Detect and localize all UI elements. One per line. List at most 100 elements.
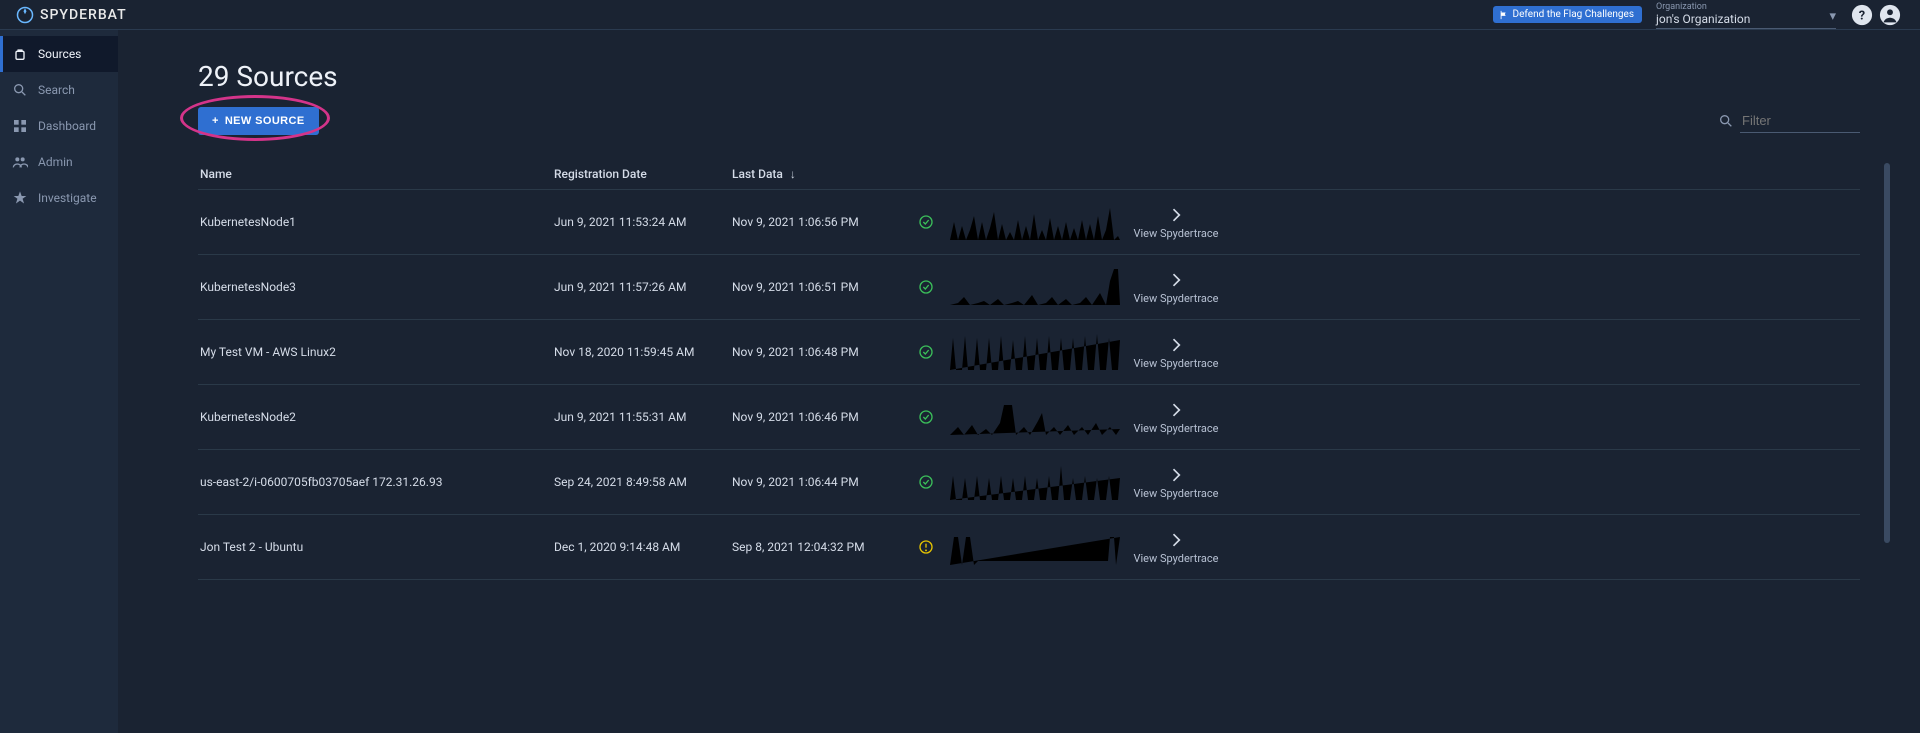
chevron-right-icon: [1166, 335, 1186, 355]
new-source-button[interactable]: + NEW SOURCE: [198, 107, 319, 135]
status-ok-icon: [918, 279, 934, 295]
sparkline-icon: [950, 332, 1120, 372]
sidebar-item-dashboard[interactable]: Dashboard: [0, 108, 118, 144]
cell-registration: Jun 9, 2021 11:55:31 AM: [554, 410, 732, 424]
view-spydertrace-label: View Spydertrace: [1133, 227, 1218, 240]
new-source-label: NEW SOURCE: [225, 115, 305, 127]
column-header-last-data[interactable]: Last Data ↓: [732, 167, 910, 181]
flag-challenges-chip[interactable]: Defend the Flag Challenges: [1493, 6, 1642, 23]
table-header: Name Registration Date Last Data ↓: [198, 159, 1860, 190]
cell-status: [910, 279, 942, 295]
star-icon: [12, 190, 28, 206]
cell-sparkline: [942, 462, 1116, 502]
sidebar-item-sources[interactable]: Sources: [0, 36, 118, 72]
column-header-name[interactable]: Name: [198, 167, 554, 181]
scrollbar[interactable]: [1884, 163, 1890, 543]
topbar: SPYDERBAT Defend the Flag Challenges Org…: [0, 0, 1920, 30]
column-header-registration[interactable]: Registration Date: [554, 167, 732, 181]
cell-name[interactable]: KubernetesNode3: [198, 280, 554, 294]
cell-registration: Nov 18, 2020 11:59:45 AM: [554, 345, 732, 359]
help-button[interactable]: ?: [1848, 1, 1876, 29]
users-icon: [12, 154, 28, 170]
sidebar-item-label: Admin: [38, 155, 73, 169]
sidebar-item-investigate[interactable]: Investigate: [0, 180, 118, 216]
status-ok-icon: [918, 474, 934, 490]
view-spydertrace-button[interactable]: View Spydertrace: [1116, 205, 1236, 240]
status-ok-icon: [918, 409, 934, 425]
page-title: 29 Sources: [198, 60, 1860, 93]
cell-status: [910, 539, 942, 555]
cell-status: [910, 214, 942, 230]
table-row: us-east-2/i-0600705fb03705aef 172.31.26.…: [198, 450, 1860, 515]
cell-status: [910, 344, 942, 360]
chevron-right-icon: [1166, 530, 1186, 550]
cell-name[interactable]: us-east-2/i-0600705fb03705aef 172.31.26.…: [198, 475, 554, 489]
sidebar-item-label: Search: [38, 83, 75, 97]
chevron-right-icon: [1166, 270, 1186, 290]
view-spydertrace-label: View Spydertrace: [1133, 552, 1218, 565]
cell-sparkline: [942, 527, 1116, 567]
status-warn-icon: [918, 539, 934, 555]
view-spydertrace-button[interactable]: View Spydertrace: [1116, 335, 1236, 370]
svg-text:?: ?: [1859, 8, 1865, 23]
view-spydertrace-button[interactable]: View Spydertrace: [1116, 270, 1236, 305]
view-spydertrace-label: View Spydertrace: [1133, 487, 1218, 500]
chevron-right-icon: [1166, 465, 1186, 485]
sidebar-item-admin[interactable]: Admin: [0, 144, 118, 180]
table-row: KubernetesNode3Jun 9, 2021 11:57:26 AMNo…: [198, 255, 1860, 320]
cell-name[interactable]: KubernetesNode2: [198, 410, 554, 424]
cell-last-data: Nov 9, 2021 1:06:46 PM: [732, 410, 910, 424]
brand-logo-icon: [16, 6, 34, 24]
cell-name[interactable]: KubernetesNode1: [198, 215, 554, 229]
filter-field[interactable]: [1718, 109, 1860, 133]
status-ok-icon: [918, 214, 934, 230]
view-spydertrace-label: View Spydertrace: [1133, 292, 1218, 305]
organization-value: jon's Organization: [1656, 12, 1836, 26]
organization-select[interactable]: Organization jon's Organization ▾: [1656, 0, 1836, 29]
sparkline-icon: [950, 202, 1120, 242]
cell-sparkline: [942, 397, 1116, 437]
battery-icon: [12, 46, 28, 62]
cell-sparkline: [942, 267, 1116, 307]
status-ok-icon: [918, 344, 934, 360]
account-button[interactable]: [1876, 1, 1904, 29]
cell-status: [910, 474, 942, 490]
table-row: KubernetesNode1Jun 9, 2021 11:53:24 AMNo…: [198, 190, 1860, 255]
cell-registration: Dec 1, 2020 9:14:48 AM: [554, 540, 732, 554]
view-spydertrace-button[interactable]: View Spydertrace: [1116, 530, 1236, 565]
brand-text: SPYDERBAT: [40, 7, 127, 23]
chevron-down-icon: ▾: [1829, 9, 1836, 24]
plus-icon: +: [212, 115, 219, 127]
brand[interactable]: SPYDERBAT: [16, 6, 127, 24]
view-spydertrace-label: View Spydertrace: [1133, 422, 1218, 435]
cell-last-data: Nov 9, 2021 1:06:51 PM: [732, 280, 910, 294]
sparkline-icon: [950, 397, 1120, 437]
chevron-right-icon: [1166, 205, 1186, 225]
cell-registration: Jun 9, 2021 11:57:26 AM: [554, 280, 732, 294]
cell-last-data: Sep 8, 2021 12:04:32 PM: [732, 540, 910, 554]
sidebar-item-label: Sources: [38, 47, 81, 61]
view-spydertrace-button[interactable]: View Spydertrace: [1116, 465, 1236, 500]
cell-name[interactable]: My Test VM - AWS Linux2: [198, 345, 554, 359]
search-icon: [12, 82, 28, 98]
sidebar-item-label: Investigate: [38, 191, 97, 205]
table-row: My Test VM - AWS Linux2Nov 18, 2020 11:5…: [198, 320, 1860, 385]
sidebar: Sources Search Dashboard Admin Investiga…: [0, 30, 118, 733]
cell-last-data: Nov 9, 2021 1:06:56 PM: [732, 215, 910, 229]
cell-registration: Jun 9, 2021 11:53:24 AM: [554, 215, 732, 229]
cell-last-data: Nov 9, 2021 1:06:48 PM: [732, 345, 910, 359]
dashboard-icon: [12, 118, 28, 134]
view-spydertrace-label: View Spydertrace: [1133, 357, 1218, 370]
cell-sparkline: [942, 332, 1116, 372]
filter-input[interactable]: [1740, 109, 1860, 133]
organization-label: Organization: [1656, 2, 1836, 12]
cell-name[interactable]: Jon Test 2 - Ubuntu: [198, 540, 554, 554]
account-icon: [1879, 4, 1901, 26]
sort-arrow-down-icon: ↓: [790, 167, 796, 181]
cell-status: [910, 409, 942, 425]
sidebar-item-search[interactable]: Search: [0, 72, 118, 108]
sidebar-item-label: Dashboard: [38, 119, 96, 133]
table-row: KubernetesNode2Jun 9, 2021 11:55:31 AMNo…: [198, 385, 1860, 450]
cell-last-data: Nov 9, 2021 1:06:44 PM: [732, 475, 910, 489]
view-spydertrace-button[interactable]: View Spydertrace: [1116, 400, 1236, 435]
